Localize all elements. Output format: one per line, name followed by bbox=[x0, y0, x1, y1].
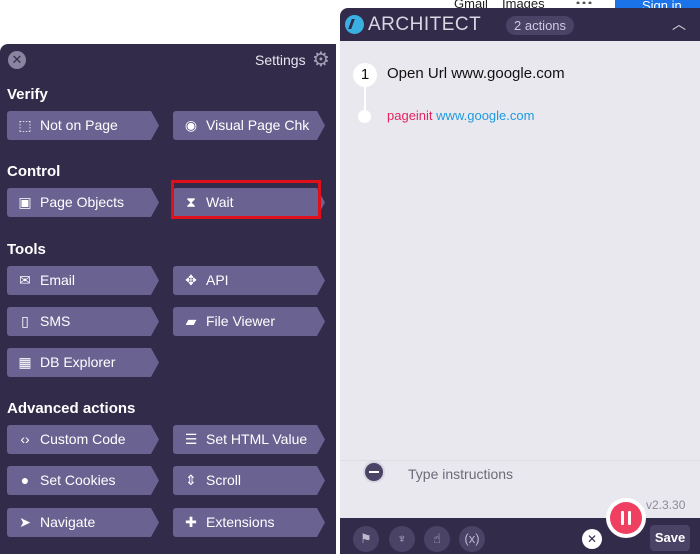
scroll-label: Scroll bbox=[206, 472, 242, 488]
actions-count-badge: 2 actions bbox=[506, 16, 575, 35]
gear-icon[interactable]: ⚙ bbox=[312, 50, 332, 70]
file-viewer-label: File Viewer bbox=[206, 313, 275, 329]
variables-button[interactable]: (x) bbox=[459, 526, 485, 552]
instructions-input[interactable]: Type instructions bbox=[408, 466, 513, 482]
minus-icon[interactable] bbox=[363, 461, 385, 483]
set-cookies-label: Set Cookies bbox=[40, 472, 116, 488]
navigate-button[interactable]: ➤ Navigate bbox=[7, 508, 159, 537]
navigate-label: Navigate bbox=[40, 514, 96, 530]
architect-panel: ARCHITECT 2 actions ︿ 1 Open Url www.goo… bbox=[340, 8, 700, 554]
step-number: 1 bbox=[353, 63, 377, 87]
folder-icon: ▰ bbox=[185, 313, 197, 329]
envelope-icon: ✉ bbox=[19, 272, 31, 288]
move-arrows-icon: ✥ bbox=[185, 272, 197, 288]
list-icon: ☰ bbox=[184, 431, 198, 447]
extensions-label: Extensions bbox=[206, 514, 275, 530]
cookie-icon: ● bbox=[20, 472, 30, 488]
db-explorer-label: DB Explorer bbox=[40, 354, 116, 370]
chevron-up-icon[interactable]: ︿ bbox=[672, 14, 686, 34]
architect-header: ARCHITECT 2 actions ︿ bbox=[340, 8, 700, 41]
page-objects-label: Page Objects bbox=[40, 194, 125, 210]
section-verify: Verify bbox=[7, 86, 48, 103]
close-icon[interactable]: ✕ bbox=[582, 529, 602, 549]
table-icon: ▦ bbox=[18, 354, 32, 370]
flag-icon[interactable]: ⚑ bbox=[353, 526, 379, 552]
not-on-page-button[interactable]: ⬚ Not on Page bbox=[7, 111, 159, 140]
eye-icon: ◉ bbox=[184, 117, 198, 133]
navigation-arrow-icon: ➤ bbox=[19, 514, 31, 530]
api-label: API bbox=[206, 272, 229, 288]
phone-icon: ▯ bbox=[21, 313, 29, 329]
step-detail: pageinit www.google.com bbox=[387, 108, 534, 123]
step-detail-key: pageinit bbox=[387, 108, 433, 123]
puzzle-icon: ✚ bbox=[185, 514, 197, 530]
settings-title: Settings bbox=[255, 52, 306, 68]
page-objects-button[interactable]: ▣ Page Objects bbox=[7, 188, 159, 217]
step-detail-value: www.google.com bbox=[436, 108, 535, 123]
apps-grid-icon[interactable] bbox=[575, 0, 593, 4]
save-button[interactable]: Save bbox=[650, 525, 690, 551]
version-label: v2.3.30 bbox=[646, 498, 686, 512]
close-icon[interactable]: ✕ bbox=[8, 51, 26, 69]
sms-label: SMS bbox=[40, 313, 71, 329]
section-control: Control bbox=[7, 163, 61, 180]
wait-highlight-box bbox=[171, 180, 321, 219]
pause-icon[interactable] bbox=[610, 502, 642, 534]
plant-icon[interactable]: ♆ bbox=[389, 526, 415, 552]
step-title[interactable]: Open Url www.google.com bbox=[387, 65, 565, 82]
sms-button[interactable]: ▯ SMS bbox=[7, 307, 159, 336]
code-icon: ‹› bbox=[20, 431, 30, 447]
dashed-square-icon: ⬚ bbox=[18, 117, 32, 133]
architect-title: ARCHITECT bbox=[368, 14, 482, 35]
instructions-bar bbox=[340, 460, 700, 490]
scroll-button[interactable]: ⇕ Scroll bbox=[173, 466, 325, 495]
extensions-button[interactable]: ✚ Extensions bbox=[173, 508, 325, 537]
visual-page-chk-button[interactable]: ◉ Visual Page Chk bbox=[173, 111, 325, 140]
step-dot bbox=[358, 110, 371, 123]
custom-code-label: Custom Code bbox=[40, 431, 126, 447]
architect-logo-icon bbox=[345, 15, 364, 34]
scroll-arrows-icon: ⇕ bbox=[185, 472, 197, 488]
file-viewer-button[interactable]: ▰ File Viewer bbox=[173, 307, 325, 336]
db-explorer-button[interactable]: ▦ DB Explorer bbox=[7, 348, 159, 377]
pointer-icon[interactable]: ☝ bbox=[424, 526, 450, 552]
section-advanced-actions: Advanced actions bbox=[7, 400, 136, 417]
set-html-value-button[interactable]: ☰ Set HTML Value bbox=[173, 425, 325, 454]
set-cookies-button[interactable]: ● Set Cookies bbox=[7, 466, 159, 495]
custom-code-button[interactable]: ‹› Custom Code bbox=[7, 425, 159, 454]
email-button[interactable]: ✉ Email bbox=[7, 266, 159, 295]
not-on-page-label: Not on Page bbox=[40, 117, 118, 133]
email-label: Email bbox=[40, 272, 76, 288]
set-html-value-label: Set HTML Value bbox=[206, 431, 308, 447]
section-tools: Tools bbox=[7, 241, 46, 258]
page: Gmail Images Sign in ✕ Settings ⚙ Verify… bbox=[0, 0, 700, 554]
chip-icon: ▣ bbox=[18, 194, 32, 210]
visual-page-chk-label: Visual Page Chk bbox=[206, 117, 310, 133]
settings-header: ✕ Settings ⚙ bbox=[0, 44, 336, 76]
api-button[interactable]: ✥ API bbox=[173, 266, 325, 295]
